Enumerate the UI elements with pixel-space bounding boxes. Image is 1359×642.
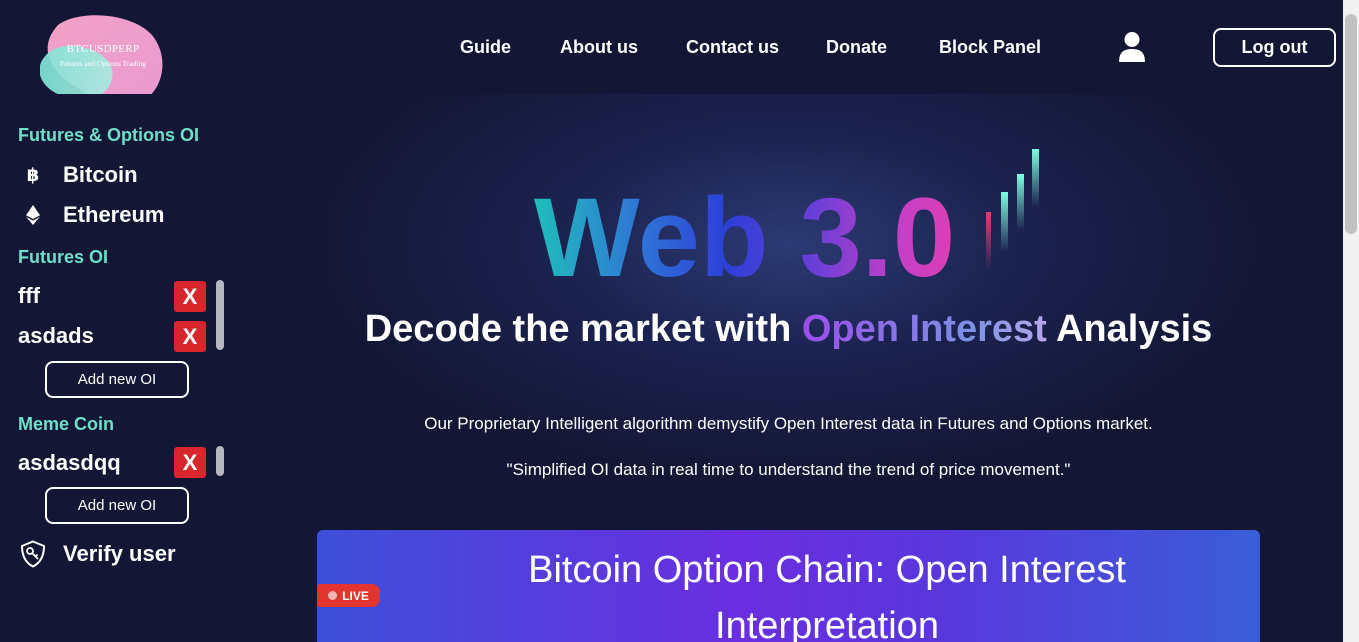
live-badge: LIVE (317, 584, 380, 607)
top-navigation-bar: BTCUSDPERP Futures and Options Trading G… (0, 0, 1343, 107)
logo-subtitle: Futures and Options Trading (59, 59, 147, 68)
add-meme-oi-button[interactable]: Add new OI (45, 487, 189, 524)
chart-bar-icon (1017, 174, 1024, 230)
oi-item-asdads[interactable]: asdads (18, 323, 94, 349)
sidebar: Futures & Options OI ฿ Bitcoin Ethereum … (0, 94, 234, 642)
headline-text: Analysis (1046, 308, 1213, 350)
nav-donate[interactable]: Donate (826, 37, 887, 58)
meme-list-scrollbar[interactable] (216, 446, 224, 476)
delete-oi-button[interactable]: X (174, 447, 206, 478)
web3-hero-graphic: Web 3.0 (534, 149, 1039, 294)
live-dot-icon (328, 591, 338, 600)
page-scrollbar-thumb[interactable] (1345, 14, 1357, 234)
user-icon[interactable] (1118, 31, 1146, 63)
logo-title: BTCUSDPERP (66, 43, 140, 55)
sidebar-item-label: Bitcoin (63, 162, 138, 187)
nav-guide[interactable]: Guide (460, 37, 511, 58)
sidebar-item-bitcoin[interactable]: ฿ Bitcoin (22, 162, 138, 188)
delete-oi-button[interactable]: X (174, 321, 206, 352)
headline-highlight: Open Interest (801, 308, 1047, 350)
headline-text: Decode the market with (364, 308, 802, 350)
oi-item-fff[interactable]: fff (18, 283, 40, 309)
banner-title: Bitcoin Option Chain: Open Interest Inte… (528, 549, 1126, 642)
shield-key-icon (20, 540, 46, 568)
hero-description: Our Proprietary Intelligent algorithm de… (424, 414, 1153, 433)
nav-contact-us[interactable]: Contact us (686, 37, 779, 58)
chart-bar-icon (1001, 192, 1008, 252)
delete-oi-button[interactable]: X (174, 281, 206, 312)
web3-title: Web 3.0 (534, 175, 955, 294)
hero-section: Web 3.0 Decode the market with Open Inte… (234, 94, 1343, 642)
sidebar-item-label: Ethereum (63, 202, 165, 227)
live-label: LIVE (342, 588, 369, 603)
futures-oi-heading: Futures OI (18, 247, 109, 267)
meme-coin-heading: Meme Coin (18, 414, 115, 434)
add-futures-oi-button[interactable]: Add new OI (45, 361, 189, 398)
sidebar-item-label: Verify user (63, 541, 176, 566)
nav-about-us[interactable]: About us (560, 37, 638, 58)
chart-bar-icon (1032, 149, 1039, 207)
option-chain-banner[interactable]: Bitcoin Option Chain: Open Interest Inte… (317, 530, 1260, 642)
futures-list-scrollbar[interactable] (216, 280, 224, 350)
hero-quote: "Simplified OI data in real time to unde… (506, 460, 1071, 479)
oi-item-asdasdqq[interactable]: asdasdqq (18, 450, 121, 476)
sidebar-item-verify-user[interactable]: Verify user (20, 540, 176, 568)
nav-block-panel[interactable]: Block Panel (939, 37, 1041, 58)
bitcoin-icon: ฿ (26, 164, 40, 185)
logout-button[interactable]: Log out (1213, 28, 1336, 67)
hero-headline: Decode the market with Open Interest Ana… (234, 308, 1343, 351)
sidebar-item-ethereum[interactable]: Ethereum (22, 202, 164, 228)
futures-options-heading: Futures & Options OI (18, 125, 200, 145)
chart-bar-icon (986, 212, 991, 270)
ethereum-icon (26, 205, 40, 225)
